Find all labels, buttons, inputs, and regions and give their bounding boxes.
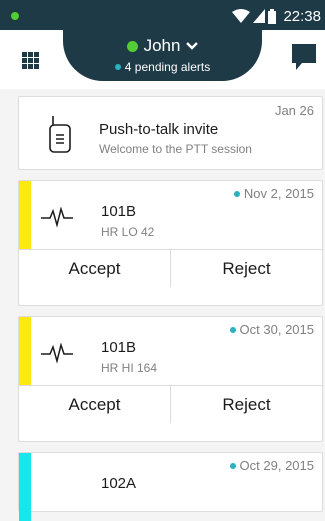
heartbeat-icon	[41, 207, 73, 227]
alarm-date: Nov 2, 2015	[233, 186, 314, 201]
accept-button[interactable]: Accept	[19, 250, 170, 287]
notification-dot	[11, 12, 19, 20]
heartbeat-icon	[41, 343, 73, 363]
presence-dot	[126, 40, 138, 52]
reject-button[interactable]: Reject	[170, 386, 322, 423]
signal-icon	[253, 9, 266, 23]
alarm-card[interactable]: Nov 2, 2015 101B HR LO 42 Accept Reject	[18, 180, 323, 306]
chevron-down-icon	[186, 42, 199, 50]
alert-dot	[229, 462, 236, 469]
status-time: 22:38	[283, 7, 321, 25]
alarm-actions: Accept Reject	[19, 385, 322, 423]
priority-stripe	[19, 453, 31, 521]
alert-dot	[229, 326, 236, 333]
alert-dot	[114, 64, 121, 70]
pending-alerts[interactable]: 4 pending alerts	[63, 60, 262, 74]
wifi-icon	[232, 9, 251, 23]
priority-stripe	[19, 181, 31, 249]
alarm-date: Oct 29, 2015	[229, 458, 314, 473]
pending-alerts-text: 4 pending alerts	[124, 60, 211, 74]
alarm-subtitle: HR HI 164	[101, 361, 158, 375]
alarm-card[interactable]: Oct 29, 2015 102A	[18, 452, 323, 521]
alarm-title: 102A	[101, 475, 137, 492]
alarm-subtitle: HR LO 42	[101, 225, 155, 239]
invite-subtitle: Welcome to the PTT session	[99, 142, 252, 156]
reject-button[interactable]: Reject	[170, 250, 322, 287]
accept-button[interactable]: Accept	[19, 386, 170, 423]
priority-stripe	[19, 317, 31, 385]
alarm-actions: Accept Reject	[19, 249, 322, 287]
apps-grid-icon[interactable]	[22, 52, 39, 69]
ptt-invite-card[interactable]: Jan 26 Push-to-talk invite Welcome to th…	[18, 96, 323, 170]
status-bar: 22:38	[0, 0, 325, 30]
invite-title: Push-to-talk invite	[99, 121, 219, 138]
app-header: John 4 pending alerts	[0, 30, 325, 89]
battery-icon	[268, 8, 277, 24]
user-name: John	[143, 36, 181, 55]
walkie-talkie-icon	[49, 116, 71, 153]
alarm-date: Oct 30, 2015	[229, 322, 314, 337]
alarm-title: 101B	[101, 203, 137, 220]
user-selector[interactable]: John 4 pending alerts	[63, 30, 262, 81]
status-icons: 22:38	[232, 7, 321, 25]
chat-icon[interactable]	[292, 44, 316, 70]
invite-date: Jan 26	[274, 103, 314, 118]
alarm-title: 101B	[101, 339, 137, 356]
alert-dot	[233, 190, 240, 197]
alarm-card[interactable]: Oct 30, 2015 101B HR HI 164 Accept Rejec…	[18, 316, 323, 442]
